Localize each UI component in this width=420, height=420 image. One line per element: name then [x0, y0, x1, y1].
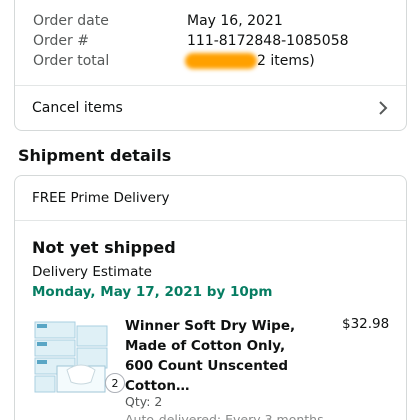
shipment-status: Not yet shipped	[32, 238, 176, 257]
product-image[interactable]	[33, 316, 109, 396]
delivery-estimate-label: Delivery Estimate	[32, 264, 152, 280]
order-number-value: 111-8172848-1085058	[187, 33, 349, 49]
quantity-badge: 2	[105, 373, 125, 393]
delivery-estimate-date: Monday, May 17, 2021 by 10pm	[32, 284, 273, 300]
order-number-label: Order #	[33, 33, 89, 49]
delivery-type: FREE Prime Delivery	[32, 190, 170, 206]
product-quantity: Qty: 2	[125, 394, 163, 409]
product-price: $32.98	[342, 316, 390, 332]
divider	[15, 220, 406, 221]
order-date-value: May 16, 2021	[187, 13, 283, 29]
shipment-details-heading: Shipment details	[18, 146, 172, 165]
order-date-label: Order date	[33, 13, 109, 29]
redaction-mark	[185, 53, 257, 69]
order-total-label: Order total	[33, 53, 110, 69]
chevron-right-icon	[379, 101, 388, 115]
product-title-link[interactable]: Winner Soft Dry Wipe, Made of Cotton Onl…	[125, 316, 305, 396]
order-summary-card: Order date May 16, 2021 Order # 111-8172…	[14, 0, 407, 131]
product-subscription-note: Auto-delivered: Every 3 months	[125, 412, 324, 420]
order-total-value: 2 items)	[257, 53, 315, 69]
shipment-card: FREE Prime Delivery Not yet shipped Deli…	[14, 175, 407, 420]
cancel-items-label: Cancel items	[32, 100, 123, 116]
cancel-items-button[interactable]: Cancel items	[15, 85, 406, 131]
